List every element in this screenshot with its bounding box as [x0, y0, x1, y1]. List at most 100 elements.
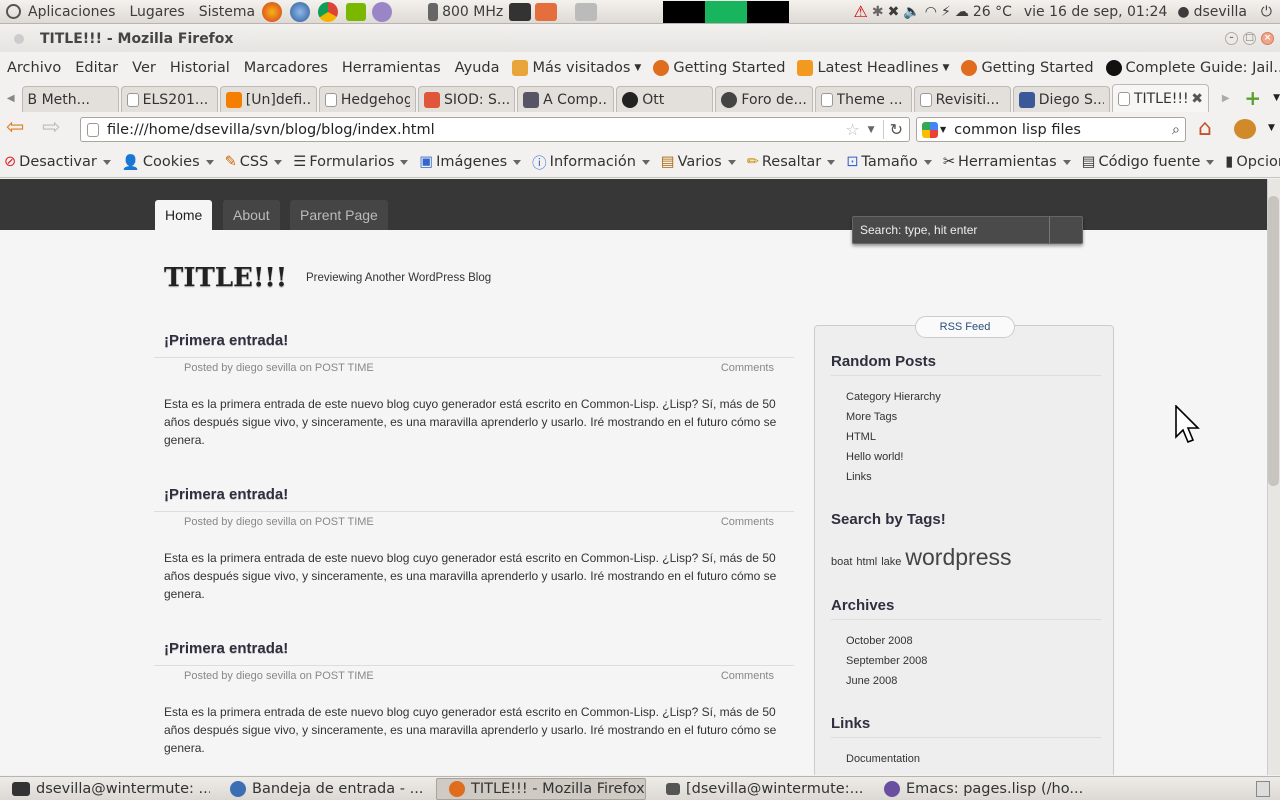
tab-scroll-left-icon[interactable]: ◀	[0, 93, 22, 104]
url-dropdown-icon[interactable]: ▼	[868, 125, 875, 135]
shutdown-icon[interactable]: ⏻	[1261, 4, 1272, 20]
tab[interactable]: B Meth...	[21, 86, 119, 112]
new-tab-icon[interactable]: +	[1244, 86, 1261, 110]
search-icon[interactable]: ⌕	[1172, 122, 1180, 138]
menu-ayuda[interactable]: Ayuda	[455, 60, 500, 76]
bookmark-getting-started-2[interactable]: Getting Started	[961, 60, 1094, 76]
bookmark-most-visited[interactable]: Más visitados ▼	[512, 60, 641, 76]
comments-link[interactable]: Comments	[721, 512, 774, 531]
nvidia-settings-icon[interactable]	[346, 2, 367, 21]
bookmark-star-icon[interactable]: ☆	[845, 120, 859, 139]
menu-archivo[interactable]: Archivo	[7, 60, 61, 76]
sidebar-link[interactable]: Links	[846, 467, 872, 487]
menu-places[interactable]: Lugares	[129, 4, 184, 20]
bookmark-complete-guide[interactable]: Complete Guide: Jail...	[1105, 60, 1280, 76]
warning-icon[interactable]: ⚠	[854, 2, 868, 21]
blog-search-input[interactable]: Search: type, hit enter	[852, 216, 1083, 244]
taskbar-item-terminal-2[interactable]: [dsevilla@wintermute:...	[654, 778, 864, 800]
greasemonkey-icon[interactable]	[1234, 119, 1256, 139]
terminal-launcher-icon[interactable]	[509, 2, 532, 21]
sidebar-link[interactable]: HTML	[846, 427, 876, 447]
pidgin-launcher-icon[interactable]	[372, 1, 393, 22]
devbar-outline[interactable]: ✏ Resaltar	[747, 154, 836, 170]
post-title[interactable]: ¡Primera entrada!	[154, 329, 794, 353]
devbar-view-source[interactable]: ▤ Código fuente	[1082, 154, 1215, 170]
tag-link[interactable]: wordpress	[905, 544, 1011, 571]
back-button-icon[interactable]: ⇦	[6, 117, 24, 139]
nav-tab-about[interactable]: About	[223, 200, 280, 230]
tag-link[interactable]: html	[856, 556, 877, 568]
menu-applications[interactable]: Aplicaciones	[28, 4, 115, 20]
taskbar-item-firefox[interactable]: TITLE!!! - Mozilla Firefox	[436, 777, 646, 800]
maximize-button[interactable]: □	[1243, 32, 1256, 45]
devbar-css[interactable]: ✎ CSS	[225, 154, 283, 170]
close-tab-icon[interactable]: ✖	[1191, 91, 1203, 107]
disk-drive-icon[interactable]	[575, 2, 598, 21]
tab[interactable]: SIOD: S...	[418, 86, 516, 112]
home-icon[interactable]: ⌂	[1198, 116, 1212, 141]
comments-link[interactable]: Comments	[721, 358, 774, 377]
chrome-launcher-icon[interactable]	[318, 1, 339, 22]
tab[interactable]: Foro de...	[715, 86, 813, 112]
trash-icon[interactable]	[1256, 780, 1270, 797]
window-menu-icon[interactable]	[14, 33, 24, 44]
url-bar[interactable]: file:///home/dsevilla/svn/blog/blog/inde…	[80, 117, 910, 142]
search-bar[interactable]: ▼ common lisp files ⌕	[916, 117, 1186, 142]
menu-ver[interactable]: Ver	[132, 60, 156, 76]
tab-list-icon[interactable]: ▼	[1273, 93, 1280, 103]
sidebar-link[interactable]: Category Hierarchy	[846, 387, 941, 407]
archive-link[interactable]: October 2008	[846, 631, 913, 651]
devbar-misc[interactable]: ▤ Varios	[661, 154, 736, 170]
menu-herramientas[interactable]: Herramientas	[342, 60, 441, 76]
close-button[interactable]: ×	[1261, 32, 1274, 45]
devbar-forms[interactable]: ☰ Formularios	[293, 154, 408, 170]
forward-button-icon[interactable]: ⇨	[42, 117, 60, 139]
user-status-icon[interactable]: ●	[1177, 4, 1189, 20]
battery-icon[interactable]: ⚡	[941, 4, 951, 20]
tab[interactable]: ELS201...	[120, 86, 218, 112]
taskbar-item-thunderbird[interactable]: Bandeja de entrada - ...	[218, 778, 428, 800]
tab-scroll-right-icon[interactable]: ▶	[1211, 93, 1240, 104]
bookmark-getting-started[interactable]: Getting Started	[653, 60, 785, 76]
scrollbar-thumb[interactable]	[1268, 196, 1279, 486]
tag-link[interactable]: boat	[831, 556, 852, 568]
devbar-images[interactable]: ▣ Imágenes	[419, 154, 521, 170]
taskbar-item-terminal[interactable]: dsevilla@wintermute: ...	[0, 778, 210, 800]
post-title[interactable]: ¡Primera entrada!	[154, 483, 794, 507]
archive-link[interactable]: September 2008	[846, 651, 927, 671]
menu-historial[interactable]: Historial	[170, 60, 230, 76]
weather-icon[interactable]: ☁	[955, 4, 969, 20]
devbar-information[interactable]: ⓘ Información	[532, 152, 650, 173]
tab[interactable]: Diego S...	[1012, 86, 1110, 112]
nav-tab-parent-page[interactable]: Parent Page	[290, 200, 388, 230]
window-titlebar[interactable]: TITLE!!! - Mozilla Firefox – □ ×	[0, 25, 1280, 52]
tab[interactable]: Revisiti...	[913, 86, 1011, 112]
firefox-launcher-icon[interactable]	[262, 1, 283, 22]
blog-title[interactable]: TITLE!!!	[164, 263, 287, 293]
tab[interactable]: Ott	[616, 86, 714, 112]
archive-link[interactable]: June 2008	[846, 671, 897, 691]
user-name[interactable]: dsevilla	[1194, 4, 1247, 20]
nav-tab-home[interactable]: Home	[155, 200, 213, 230]
menu-editar[interactable]: Editar	[75, 60, 118, 76]
devbar-disable[interactable]: ⊘ Desactivar	[4, 154, 111, 170]
tab[interactable]: A Comp...	[517, 86, 615, 112]
search-input[interactable]: common lisp files	[954, 122, 1164, 138]
devbar-tools[interactable]: ✂ Herramientas	[943, 154, 1071, 170]
sidebar-link[interactable]: More Tags	[846, 407, 897, 427]
tab[interactable]: Hedgehog	[318, 86, 417, 112]
search-engine-dropdown-icon[interactable]: ▼	[940, 125, 946, 134]
home-folder-launcher-icon[interactable]	[535, 2, 558, 21]
url-text[interactable]: file:///home/dsevilla/svn/blog/blog/inde…	[107, 122, 837, 138]
rss-feed-link[interactable]: RSS Feed	[915, 316, 1015, 338]
minimize-button[interactable]: –	[1225, 32, 1238, 45]
bookmark-latest-headlines[interactable]: Latest Headlines ▼	[797, 60, 949, 76]
temperature[interactable]: 26 °C	[973, 4, 1012, 20]
clock[interactable]: vie 16 de sep, 01:24	[1024, 4, 1168, 20]
volume-icon[interactable]: 🔈	[903, 4, 920, 20]
ubuntu-logo-icon[interactable]	[6, 4, 21, 19]
reload-icon[interactable]: ↻	[882, 120, 903, 139]
menu-system[interactable]: Sistema	[199, 4, 255, 20]
tab[interactable]: [Un]defi...	[219, 86, 317, 112]
post-title[interactable]: ¡Primera entrada!	[154, 637, 794, 661]
